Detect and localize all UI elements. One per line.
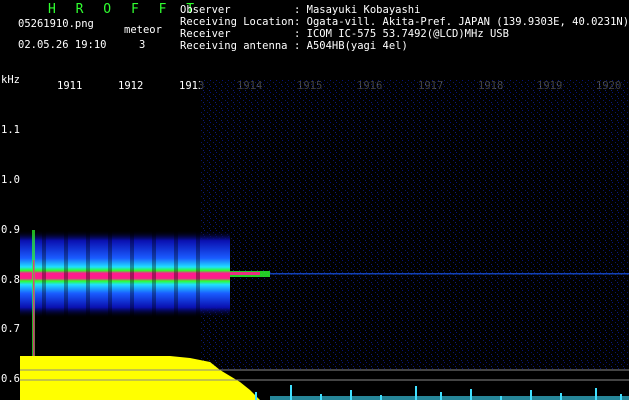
meteor-label: meteor [124, 24, 162, 36]
carrier-line [270, 273, 629, 275]
observer-label: Observer [180, 4, 231, 16]
antenna-label: Receiving antenna [180, 40, 288, 52]
receiver-label: Receiver [180, 28, 231, 40]
timestamp-label: 02.05.26 19:10 [18, 39, 107, 51]
y-unit-label: kHz [1, 74, 20, 86]
location-label: Receiving Location [180, 16, 294, 28]
y-tick-label: 0.8 [1, 274, 20, 286]
antenna-value: : A504HB(yagi 4el) [294, 40, 408, 52]
app-logo: H R O F F T [48, 2, 201, 17]
bottom-noise [255, 385, 629, 400]
noise-field [200, 80, 629, 370]
observer-value: : Masayuki Kobayashi [294, 4, 421, 16]
receiver-value: : ICOM IC-575 53.7492(@LCD)MHz USB [294, 28, 509, 40]
y-tick-label: 0.7 [1, 323, 20, 335]
y-tick-label: 0.9 [1, 224, 20, 236]
filename-label: 05261910.png [18, 18, 94, 30]
y-tick-label: 1.0 [1, 174, 20, 186]
y-tick-label: 0.6 [1, 373, 20, 385]
location-value: : Ogata-vill. Akita-Pref. JAPAN (139.930… [294, 16, 629, 28]
meteor-count: 3 [139, 39, 146, 51]
y-tick-label: 1.1 [1, 124, 20, 136]
header-panel: H R O F F T 05261910.png 02.05.26 19:10 … [0, 0, 629, 80]
spectrogram [20, 80, 629, 400]
